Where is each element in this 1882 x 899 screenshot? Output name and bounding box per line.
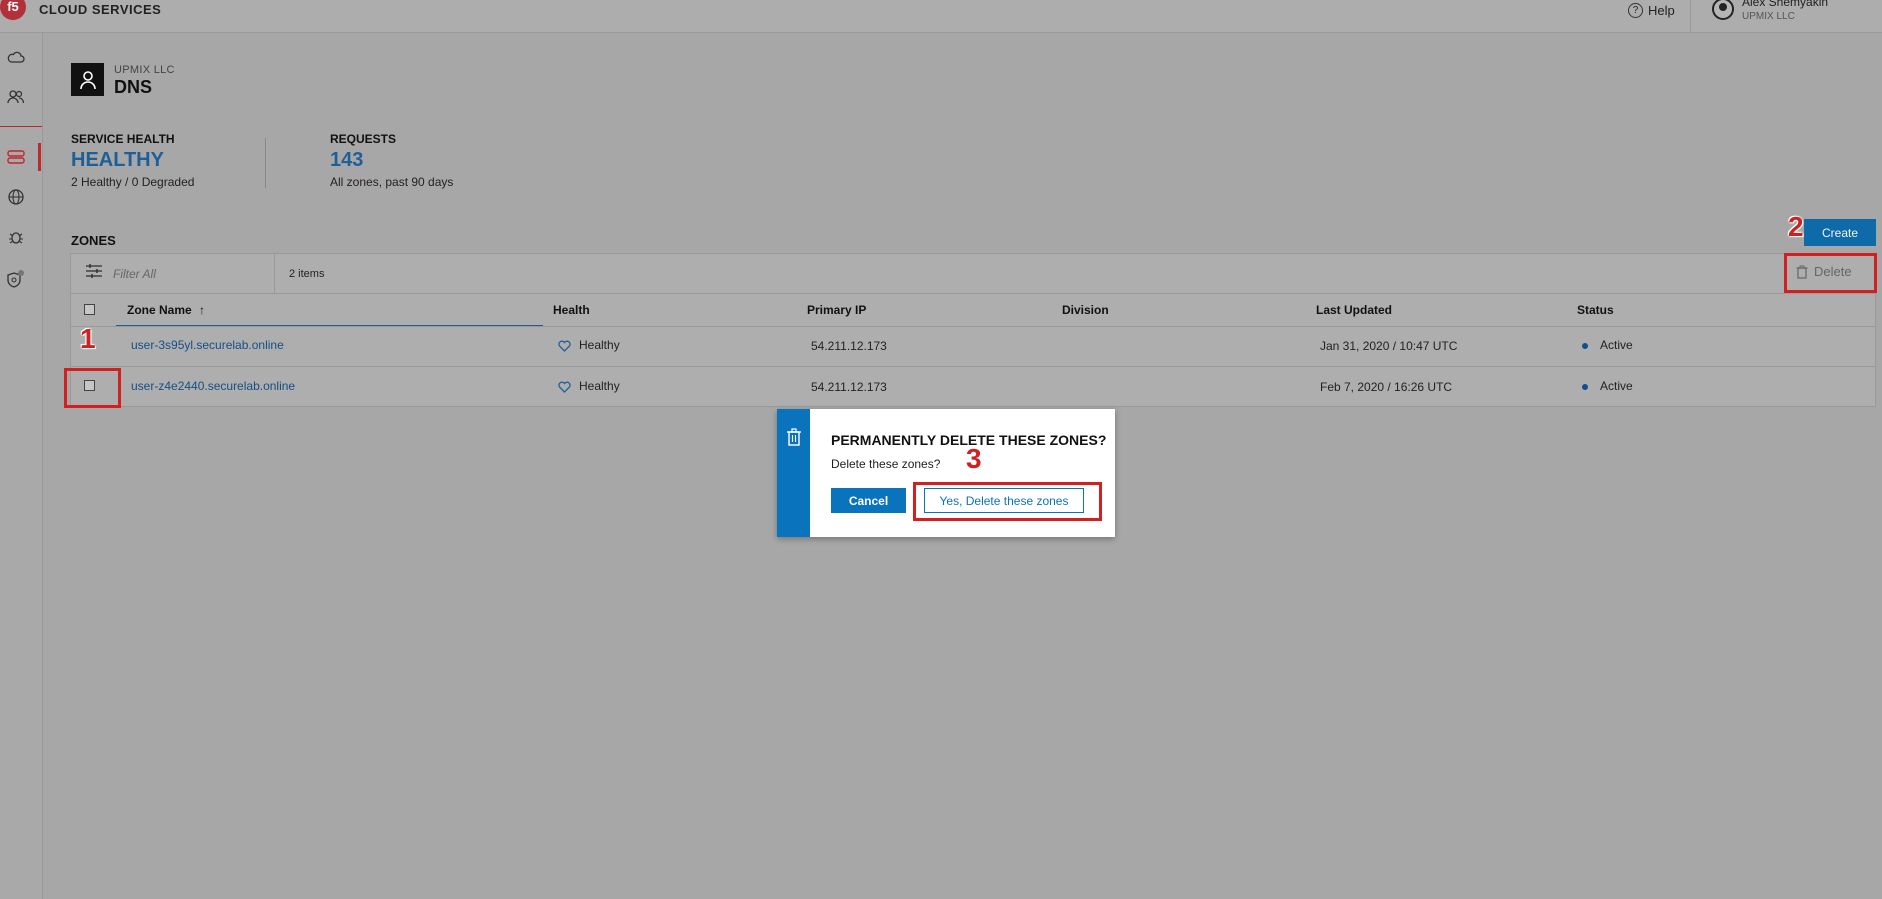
table-toolbar <box>70 253 1876 294</box>
heart-health-icon <box>558 380 571 393</box>
help-icon: ? <box>1628 3 1643 18</box>
items-count: 2 items <box>289 268 325 280</box>
annotation-box-delete <box>1784 253 1877 293</box>
service-user-icon <box>71 63 104 96</box>
column-header-last-updated[interactable]: Last Updated <box>1316 303 1392 317</box>
shield-icon[interactable] <box>4 268 28 290</box>
health-value: Healthy <box>579 379 620 393</box>
annotation-step-2: 2 <box>1788 211 1804 242</box>
status-dot-icon <box>1582 384 1588 390</box>
sort-asc-icon: ↑ <box>199 303 206 317</box>
header-row-divider <box>70 326 1876 327</box>
zone-name-link[interactable]: user-z4e2440.securelab.online <box>131 379 295 393</box>
annotation-box-confirm <box>913 482 1102 521</box>
column-header-zone-name[interactable]: Zone Name ↑ <box>127 303 205 317</box>
status-value: Active <box>1600 338 1633 352</box>
requests-label: REQUESTS <box>330 132 397 146</box>
row-divider <box>70 366 1876 367</box>
cancel-button[interactable]: Cancel <box>831 488 906 513</box>
stats-divider <box>265 138 266 188</box>
dns-server-icon[interactable] <box>4 146 28 168</box>
cloud-icon[interactable] <box>4 46 28 68</box>
zones-title: ZONES <box>71 233 116 248</box>
status-dot-icon <box>1582 343 1588 349</box>
health-value: Healthy <box>579 338 620 352</box>
users-icon[interactable] <box>4 86 28 108</box>
filter-sliders-icon[interactable] <box>85 263 103 279</box>
column-header-health[interactable]: Health <box>553 303 590 317</box>
service-health-label: SERVICE HEALTH <box>71 132 175 146</box>
user-divider <box>1690 0 1691 32</box>
help-link[interactable]: ? Help <box>1628 3 1675 18</box>
zone-name-link[interactable]: user-3s95yl.securelab.online <box>131 338 284 352</box>
annotation-step-1: 1 <box>80 323 96 354</box>
user-name[interactable]: Alex Shemyakin <box>1742 0 1828 9</box>
service-health-sub: 2 Healthy / 0 Degraded <box>71 175 195 189</box>
column-header-division[interactable]: Division <box>1062 303 1109 317</box>
dialog-message: Delete these zones? <box>831 457 941 471</box>
last-updated-value: Feb 7, 2020 / 16:26 UTC <box>1320 380 1453 394</box>
column-header-status[interactable]: Status <box>1577 303 1614 317</box>
help-label: Help <box>1648 3 1675 18</box>
dialog-side-strip <box>777 409 810 537</box>
top-bar <box>0 0 1882 33</box>
trash-icon <box>787 428 801 446</box>
heart-health-icon <box>558 339 571 352</box>
status-value: Active <box>1600 379 1633 393</box>
sidebar-divider <box>0 126 42 127</box>
create-button[interactable]: Create <box>1804 219 1876 246</box>
globe-icon[interactable] <box>4 186 28 208</box>
primary-ip-value: 54.211.12.173 <box>811 339 887 353</box>
user-org: UPMIX LLC <box>1742 11 1795 22</box>
primary-ip-value: 54.211.12.173 <box>811 380 887 394</box>
service-health-value: HEALTHY <box>71 149 164 171</box>
last-updated-value: Jan 31, 2020 / 10:47 UTC <box>1320 339 1458 353</box>
annotation-box-checkbox <box>64 368 121 408</box>
page-title: DNS <box>114 77 153 97</box>
sidebar-active-indicator <box>38 143 41 171</box>
brand-title: CLOUD SERVICES <box>39 2 162 17</box>
bug-icon[interactable] <box>4 226 28 248</box>
requests-value: 143 <box>330 149 364 171</box>
requests-sub: All zones, past 90 days <box>330 175 454 189</box>
column-header-primary-ip[interactable]: Primary IP <box>807 303 866 317</box>
annotation-step-3: 3 <box>966 443 982 474</box>
filter-input[interactable]: Filter All <box>113 267 156 281</box>
toolbar-divider <box>274 253 275 293</box>
service-org: UPMIX LLC <box>114 64 175 76</box>
select-all-checkbox[interactable] <box>84 304 95 315</box>
